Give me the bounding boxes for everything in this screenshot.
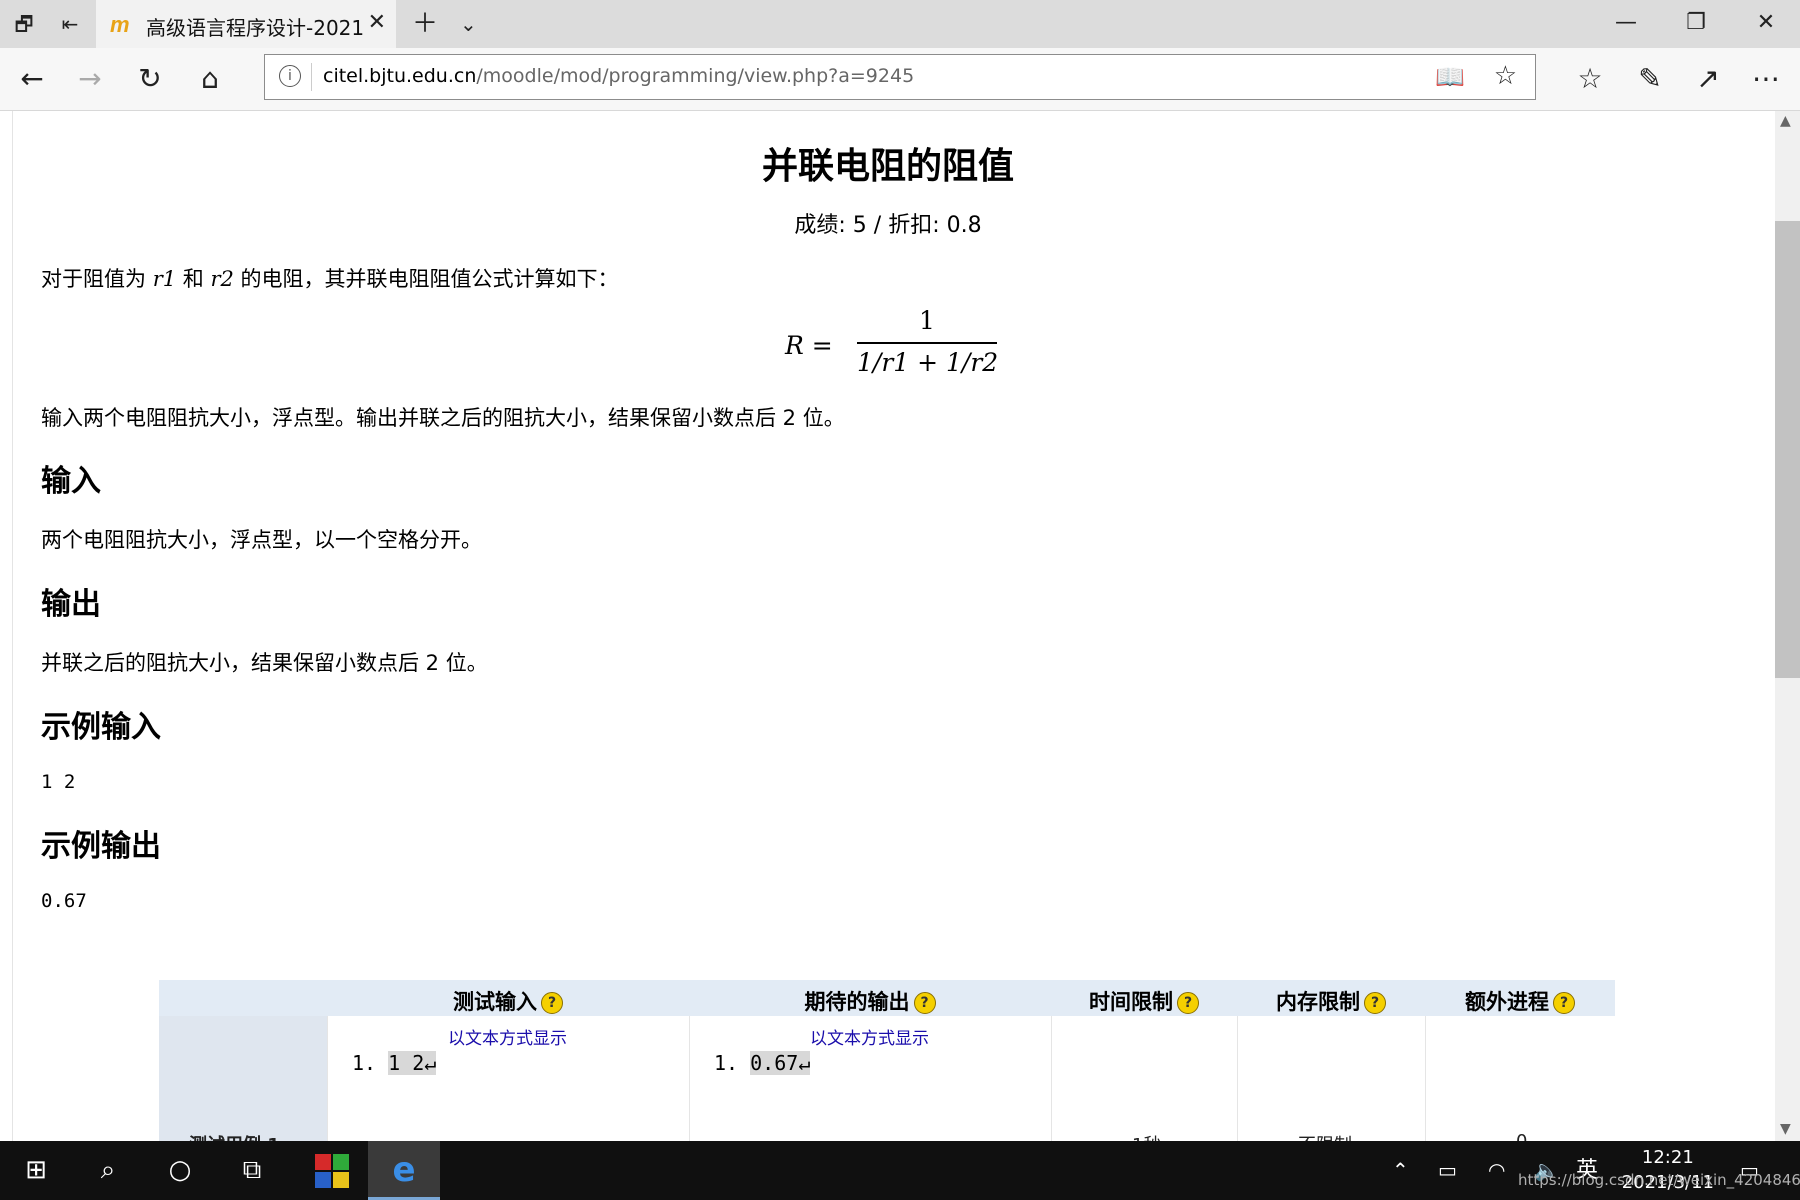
sample-output: 0.67	[41, 890, 87, 912]
refresh-icon[interactable]: ↻	[130, 60, 170, 98]
help-icon[interactable]: ?	[1364, 992, 1386, 1014]
help-icon[interactable]: ?	[1553, 992, 1575, 1014]
output-description: 并联之后的阻抗大小，结果保留小数点后 2 位。	[41, 651, 488, 675]
time-limit-cell: 1秒	[1051, 1016, 1238, 1141]
scroll-up-icon[interactable]: ▲	[1780, 113, 1791, 129]
task-view-icon[interactable]: ⧉	[216, 1141, 288, 1200]
url-domain: citel.bjtu.edu.cn	[323, 65, 477, 87]
network-icon[interactable]: ◠	[1488, 1141, 1505, 1200]
cortana-icon[interactable]: ○	[144, 1141, 216, 1200]
output-heading: 输出	[41, 587, 101, 622]
expected-output-cell: 以文本方式显示 1. 0.67↵	[689, 1016, 1052, 1141]
row-header-cell: 测试用例 1	[159, 1016, 327, 1141]
show-hidden-icons-icon[interactable]: ⌃	[1392, 1141, 1409, 1200]
browser-title-bar: 🗗 ⇤ m 高级语言程序设计-2021 ✕ ＋ ⌄ — ❐ ✕	[0, 0, 1800, 48]
expected-output-value: 0.67↵	[750, 1051, 811, 1075]
share-icon[interactable]: ↗	[1688, 60, 1728, 98]
grade-text: 成绩: 5 / 折扣: 0.8	[794, 213, 982, 238]
intro-var-r2: r2	[210, 267, 234, 291]
more-icon[interactable]: ⋯	[1746, 60, 1786, 98]
line-number: 1.	[714, 1051, 739, 1075]
help-icon[interactable]: ?	[913, 992, 936, 1014]
line-number: 1.	[352, 1051, 377, 1075]
expected-output-line: 1. 0.67↵	[714, 1051, 811, 1075]
url-path: /moodle/mod/programming/view.php?a=9245	[476, 65, 915, 87]
page-title: 并联电阻的阻值	[761, 146, 1014, 187]
browser-tab[interactable]: m 高级语言程序设计-2021 ✕	[96, 0, 396, 48]
intro-prefix: 对于阻值为	[41, 267, 153, 291]
header-expected-output: 期待的输出?	[689, 986, 1051, 1016]
input-description: 两个电阻阻抗大小，浮点型，以一个空格分开。	[41, 528, 482, 552]
address-bar[interactable]: i citel.bjtu.edu.cn/moodle/mod/programmi…	[264, 54, 1536, 100]
sample-input-heading: 示例输入	[41, 710, 161, 745]
scroll-down-icon[interactable]: ▼	[1780, 1121, 1791, 1137]
intro-suffix: 的电阻，其并联电阻阻值公式计算如下：	[233, 267, 619, 291]
intro-paragraph: 对于阻值为 r1 和 r2 的电阻，其并联电阻阻值公式计算如下：	[41, 263, 619, 293]
test-input-value: 1 2↵	[388, 1051, 437, 1075]
show-as-text-link[interactable]: 以文本方式显示	[810, 1024, 929, 1049]
set-tabs-aside-icon[interactable]: ⇤	[58, 12, 82, 36]
web-note-icon[interactable]: ✎	[1630, 60, 1670, 98]
help-icon[interactable]: ?	[1177, 992, 1199, 1014]
time-limit-value: 1秒	[1132, 1131, 1161, 1141]
tab-actions-icon[interactable]: 🗗	[12, 12, 36, 36]
forward-icon[interactable]: →	[70, 60, 110, 98]
address-divider	[311, 63, 312, 91]
test-input-line: 1. 1 2↵	[352, 1051, 437, 1075]
formula-denominator: 1/r1 + 1/r2	[857, 348, 999, 377]
header-time-limit: 时间限制?	[1051, 986, 1237, 1016]
newline-icon: ↵	[798, 1051, 811, 1075]
test-input-cell: 以文本方式显示 1. 1 2↵	[327, 1016, 690, 1141]
description-paragraph: 输入两个电阻阻抗大小，浮点型。输出并联之后的阻抗大小，结果保留小数点后 2 位。	[41, 406, 845, 430]
memory-limit-cell: 不限制	[1237, 1016, 1426, 1141]
winrar-app-icon[interactable]	[296, 1141, 368, 1200]
reading-view-icon[interactable]: 📖	[1435, 63, 1465, 91]
windows-start-icon[interactable]: ⊞	[0, 1141, 72, 1200]
site-info-icon[interactable]: i	[279, 65, 301, 87]
edge-app-icon[interactable]: e	[368, 1141, 440, 1200]
tab-preview-chevron-icon[interactable]: ⌄	[460, 8, 477, 40]
favorites-hub-icon[interactable]: ☆	[1570, 60, 1610, 98]
favorite-star-icon[interactable]: ☆	[1494, 61, 1517, 91]
watermark-text: https://blog.csdn.net/weixin_42048463	[1518, 1171, 1800, 1189]
battery-icon[interactable]: ▭	[1438, 1141, 1457, 1200]
extra-process-cell: 0	[1425, 1016, 1616, 1141]
sample-input: 1 2	[41, 771, 76, 793]
clock-time: 12:21	[1641, 1147, 1694, 1168]
show-as-text-link[interactable]: 以文本方式显示	[448, 1024, 567, 1049]
winrar-logo	[315, 1153, 349, 1188]
back-icon[interactable]: ←	[12, 60, 52, 98]
header-memory-limit: 内存限制?	[1237, 986, 1425, 1016]
intro-mid: 和	[176, 267, 211, 291]
restore-icon[interactable]: ❐	[1666, 10, 1726, 35]
close-tab-icon[interactable]: ✕	[368, 10, 386, 35]
moodle-icon: m	[110, 12, 130, 37]
header-test-input: 测试输入?	[327, 986, 689, 1016]
scrollbar-thumb[interactable]	[1775, 221, 1800, 678]
navigation-bar: ← → ↻ ⌂ i citel.bjtu.edu.cn/moodle/mod/p…	[0, 48, 1800, 111]
formula-lhs: R =	[785, 331, 833, 360]
search-icon[interactable]: ⌕	[72, 1141, 144, 1200]
minimize-icon[interactable]: —	[1596, 10, 1656, 35]
header-extra-process: 额外进程?	[1425, 986, 1615, 1016]
page-content: 并联电阻的阻值 成绩: 5 / 折扣: 0.8 对于阻值为 r1 和 r2 的电…	[12, 111, 1763, 1141]
formula-numerator: 1	[919, 306, 935, 335]
help-icon[interactable]: ?	[541, 992, 563, 1014]
extra-process-value: 0	[1516, 1131, 1527, 1141]
new-tab-icon[interactable]: ＋	[412, 8, 438, 40]
newline-icon: ↵	[424, 1051, 437, 1075]
url-text[interactable]: citel.bjtu.edu.cn/moodle/mod/programming…	[323, 65, 914, 87]
home-icon[interactable]: ⌂	[190, 60, 230, 98]
intro-var-r1: r1	[152, 267, 177, 291]
sample-output-heading: 示例输出	[41, 829, 161, 864]
close-window-icon[interactable]: ✕	[1736, 10, 1796, 35]
fraction-bar	[857, 342, 997, 344]
memory-limit-value: 不限制	[1298, 1131, 1352, 1141]
row-label: 测试用例 1	[189, 1131, 280, 1141]
page-scrollbar[interactable]: ▲ ▼	[1775, 111, 1800, 1141]
input-heading: 输入	[41, 464, 101, 499]
tab-title: 高级语言程序设计-2021	[146, 16, 365, 40]
